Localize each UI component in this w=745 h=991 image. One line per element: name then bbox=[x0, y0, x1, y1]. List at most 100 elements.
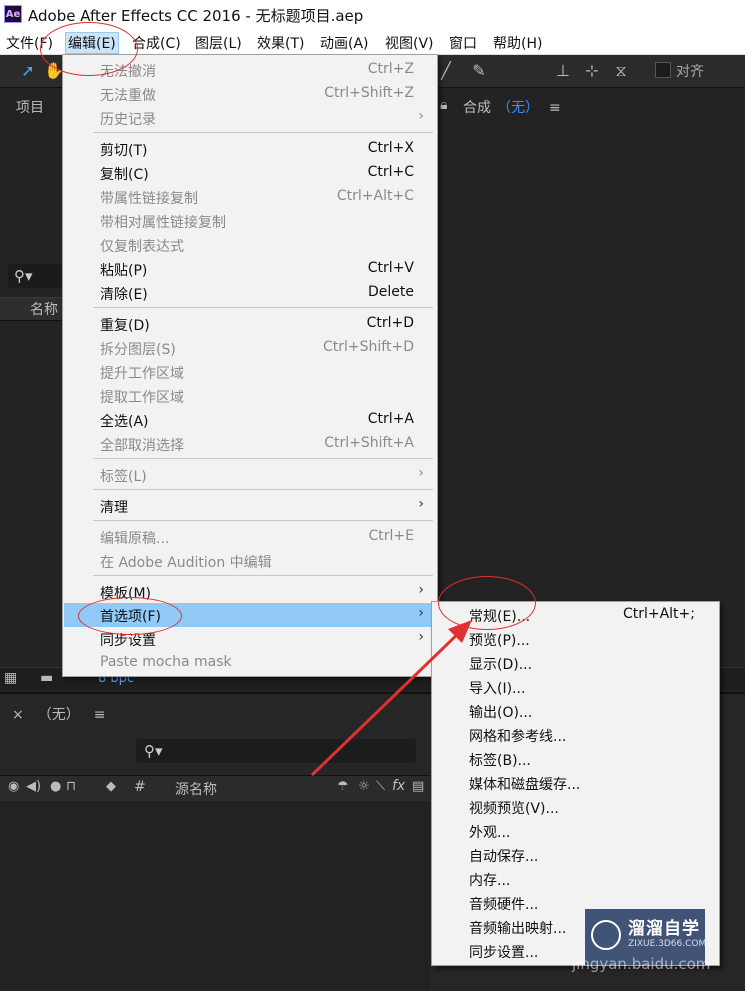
menu-effect[interactable]: 效果(T) bbox=[257, 33, 304, 53]
menu-item-copy-with-relative-links[interactable]: 带相对属性链接复制 bbox=[64, 209, 434, 233]
chevron-right-icon: › bbox=[418, 582, 424, 598]
menu-separator bbox=[93, 458, 433, 459]
edit-menu: 无法撤消 Ctrl+Z 无法重做 Ctrl+Shift+Z 历史记录 › 剪切(T) C… bbox=[62, 54, 438, 677]
menu-item-label: 仅复制表达式 bbox=[100, 239, 184, 255]
menu-view[interactable]: 视图(V) bbox=[385, 33, 434, 53]
source-name-column-label[interactable]: 源名称 bbox=[175, 779, 217, 799]
menu-item-extract-work-area[interactable]: 提取工作区域 bbox=[64, 384, 434, 408]
menu-composition[interactable]: 合成(C) bbox=[132, 33, 181, 53]
world-axis-icon[interactable]: ⊹ bbox=[582, 61, 602, 81]
hash-column-label: # bbox=[134, 779, 146, 795]
chevron-right-icon: › bbox=[418, 108, 424, 124]
menu-item-deselect-all[interactable]: 全部取消选择 Ctrl+Shift+A bbox=[64, 432, 434, 456]
submenu-item-memory[interactable]: 内存... bbox=[433, 867, 717, 891]
project-panel-title[interactable]: 项目 bbox=[16, 97, 44, 117]
interpret-footage-icon[interactable]: ▦ bbox=[4, 670, 17, 686]
menu-item-shortcut: Ctrl+E bbox=[368, 528, 415, 544]
submenu-item-label: 音频输出映射... bbox=[469, 921, 567, 937]
menu-item-copy-expression-only[interactable]: 仅复制表达式 bbox=[64, 233, 434, 257]
menu-item-clear[interactable]: 清除(E) Delete bbox=[64, 281, 434, 305]
play-logo-icon bbox=[591, 920, 621, 950]
menu-item-edit-in-audition[interactable]: 在 Adobe Audition 中编辑 bbox=[64, 549, 434, 573]
timeline-layers-area bbox=[0, 801, 430, 989]
menu-item-copy-with-property-links[interactable]: 带属性链接复制 Ctrl+Alt+C bbox=[64, 185, 434, 209]
submenu-item-label: 外观... bbox=[469, 825, 511, 841]
menu-item-label: 提取工作区域 bbox=[100, 390, 184, 406]
menu-item-label: 带属性链接复制 bbox=[100, 191, 198, 207]
visibility-icon[interactable]: ◉ bbox=[8, 779, 19, 794]
lock-icon[interactable]: ⊓ bbox=[66, 779, 76, 794]
search-icon: ⚲▾ bbox=[144, 742, 163, 760]
align-checkbox[interactable] bbox=[655, 62, 671, 78]
menu-item-paste[interactable]: 粘贴(P) Ctrl+V bbox=[64, 257, 434, 281]
menu-item-copy[interactable]: 复制(C) Ctrl+C bbox=[64, 161, 434, 185]
submenu-item-label: 内存... bbox=[469, 873, 511, 889]
menu-separator bbox=[93, 132, 433, 133]
timeline-title: （无） bbox=[37, 707, 80, 723]
menu-item-lift-work-area[interactable]: 提升工作区域 bbox=[64, 360, 434, 384]
menu-item-label: 在 Adobe Audition 中编辑 bbox=[100, 555, 272, 571]
menu-separator bbox=[93, 575, 433, 576]
menu-item-label: 剪切(T) bbox=[100, 143, 148, 159]
new-folder-icon[interactable]: ▬ bbox=[40, 670, 53, 686]
menu-separator bbox=[93, 307, 433, 308]
selection-tool-icon[interactable]: ➚ bbox=[18, 61, 38, 81]
menu-item-label: 全选(A) bbox=[100, 414, 149, 430]
composition-value: （无） bbox=[497, 100, 539, 116]
submenu-item-label: 同步设置... bbox=[469, 945, 539, 961]
name-column-header[interactable]: 名称 bbox=[0, 297, 62, 321]
view-axis-icon[interactable]: ⧖ bbox=[611, 61, 631, 81]
menu-item-shortcut: Ctrl+Shift+A bbox=[324, 435, 414, 451]
menu-item-label: 无法重做 bbox=[100, 88, 156, 104]
menu-item-shortcut: Ctrl+V bbox=[367, 260, 414, 276]
menu-item-label: 复制(C) bbox=[100, 167, 149, 183]
label-icon[interactable]: ◆ bbox=[106, 779, 116, 794]
pin-tool-icon[interactable]: ✎ bbox=[469, 61, 489, 81]
menu-item-shortcut: Ctrl+C bbox=[367, 164, 414, 180]
menu-item-duplicate[interactable]: 重复(D) Ctrl+D bbox=[64, 312, 434, 336]
menu-item-select-all[interactable]: 全选(A) Ctrl+A bbox=[64, 408, 434, 432]
watermark-url: ZIXUE.3D66.COM bbox=[628, 939, 707, 949]
align-label: 对齐 bbox=[676, 64, 704, 80]
menu-item-label: 重复(D) bbox=[100, 318, 150, 334]
menu-item-history[interactable]: 历史记录 › bbox=[64, 106, 434, 130]
menu-item-shortcut: Ctrl+A bbox=[367, 411, 414, 427]
lock-icon[interactable]: 🔒︎ bbox=[440, 97, 448, 113]
menu-item-label: 清理 bbox=[100, 500, 128, 516]
menu-window[interactable]: 窗口 bbox=[449, 33, 477, 53]
timeline-tab[interactable]: × （无） ≡ bbox=[12, 704, 105, 724]
annotation-circle-edit bbox=[40, 22, 138, 76]
submenu-item-video-preview[interactable]: 视频预览(V)... bbox=[433, 795, 717, 819]
submenu-item-appearance[interactable]: 外观... bbox=[433, 819, 717, 843]
menu-item-split-layer[interactable]: 拆分图层(S) Ctrl+Shift+D bbox=[64, 336, 434, 360]
composition-panel-title[interactable]: 合成 （无） ≡ bbox=[463, 97, 561, 117]
composition-title-label: 合成 bbox=[463, 100, 491, 116]
app-logo-icon: Ae bbox=[4, 5, 22, 23]
menu-animation[interactable]: 动画(A) bbox=[320, 33, 369, 53]
local-axis-icon[interactable]: ⊥ bbox=[553, 61, 573, 81]
submenu-item-auto-save[interactable]: 自动保存... bbox=[433, 843, 717, 867]
chevron-right-icon: › bbox=[418, 496, 424, 512]
menu-item-purge[interactable]: 清理 › bbox=[64, 494, 434, 518]
menu-item-edit-original[interactable]: 编辑原稿... Ctrl+E bbox=[64, 525, 434, 549]
audio-icon[interactable]: ◀) bbox=[26, 779, 41, 794]
submenu-item-label: 自动保存... bbox=[469, 849, 539, 865]
timeline-menu-icon[interactable]: ≡ bbox=[94, 707, 106, 723]
menu-item-cut[interactable]: 剪切(T) Ctrl+X bbox=[64, 137, 434, 161]
chevron-right-icon: › bbox=[418, 465, 424, 481]
annotation-arrow-icon bbox=[310, 620, 472, 777]
menu-item-label: 编辑原稿... bbox=[100, 531, 170, 547]
solo-icon[interactable]: ● bbox=[50, 779, 61, 794]
menu-item-redo[interactable]: 无法重做 Ctrl+Shift+Z bbox=[64, 82, 434, 106]
watermark-brand: 溜溜自学 bbox=[628, 919, 700, 939]
submenu-item-label: 网格和参考线... bbox=[469, 729, 567, 745]
menu-item-label: 清除(E) bbox=[100, 287, 148, 303]
brush-tool-icon[interactable]: ╱ bbox=[436, 61, 456, 81]
menu-layer[interactable]: 图层(L) bbox=[195, 33, 242, 53]
close-icon[interactable]: × bbox=[12, 707, 24, 723]
menu-help[interactable]: 帮助(H) bbox=[493, 33, 542, 53]
project-search-input[interactable]: ⚲▾ bbox=[8, 264, 62, 288]
menu-item-label: 粘贴(P) bbox=[100, 263, 148, 279]
panel-menu-icon[interactable]: ≡ bbox=[549, 100, 561, 116]
menu-item-label-submenu[interactable]: 标签(L) › bbox=[64, 463, 434, 487]
